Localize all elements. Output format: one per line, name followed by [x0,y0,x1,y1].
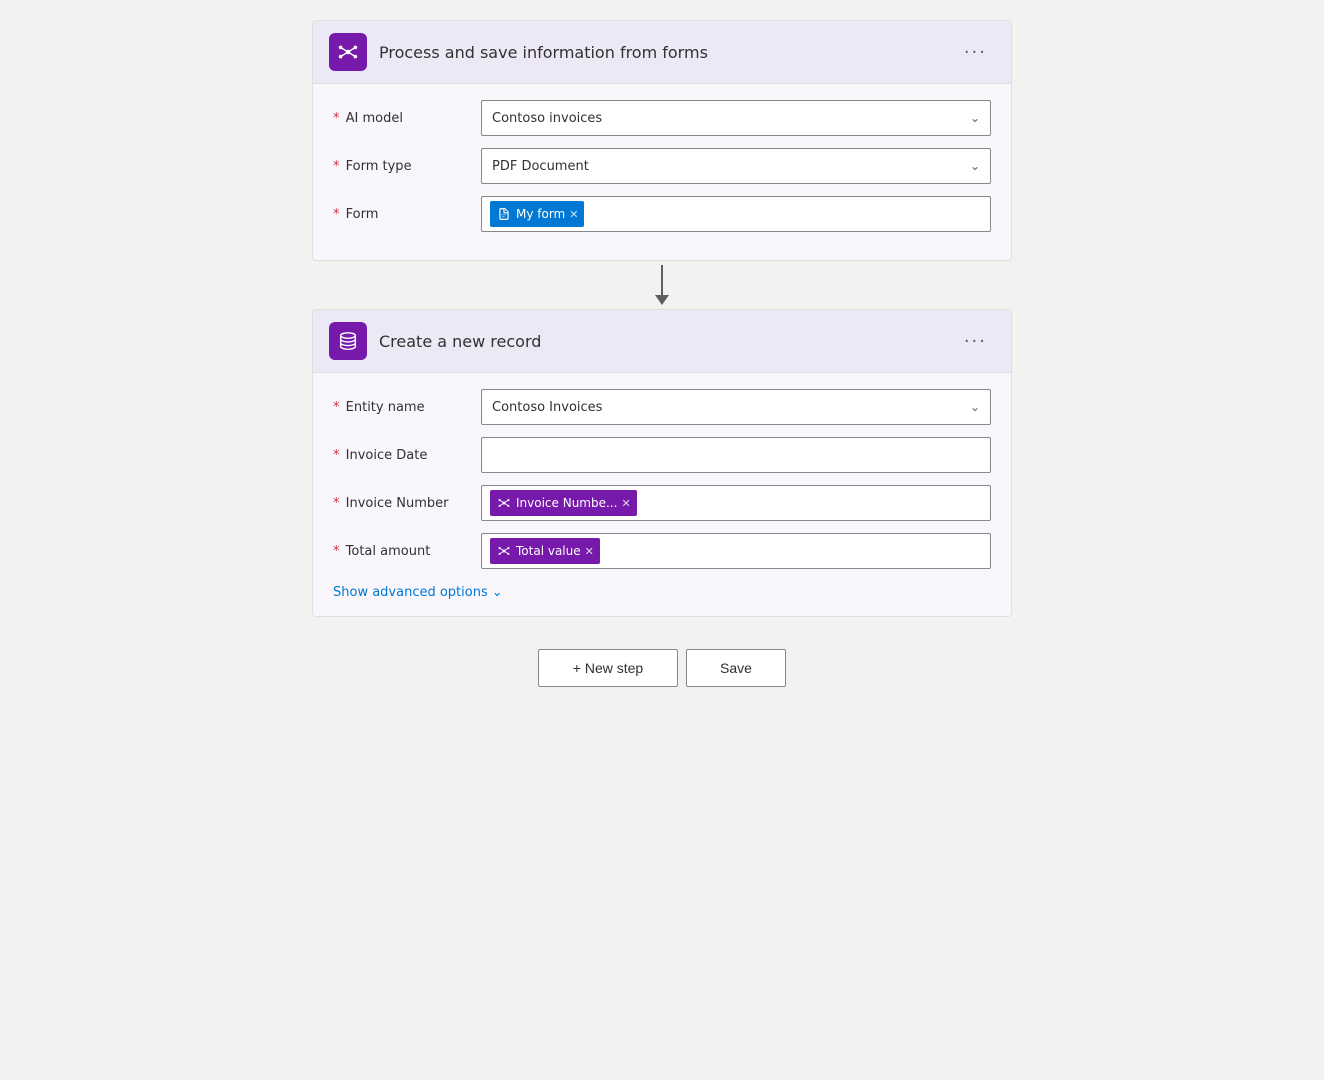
step1-icon [329,33,367,71]
entity-name-label: * Entity name [333,400,473,415]
step1-card: Process and save information from forms … [312,20,1012,261]
save-button[interactable]: Save [686,649,786,687]
entity-name-input[interactable]: Contoso Invoices ⌄ [481,389,991,425]
step1-more-button[interactable]: ··· [956,38,995,67]
total-amount-tag-icon [496,543,512,559]
invoice-number-tag-remove[interactable]: ✕ [621,497,630,510]
step1-title: Process and save information from forms [379,43,944,62]
new-step-button[interactable]: + New step [538,649,678,687]
entity-name-chevron: ⌄ [970,400,980,414]
form-tag-icon [496,206,512,222]
invoice-number-label: * Invoice Number [333,496,473,511]
step1-body: * AI model Contoso invoices ⌄ * Form typ… [313,84,1011,260]
arrow-line [661,265,663,295]
invoice-number-tag-container[interactable]: Invoice Numbe... ✕ [481,485,991,521]
dataverse-icon [337,330,359,352]
invoice-number-row: * Invoice Number [333,485,991,521]
ai-model-chevron: ⌄ [970,111,980,125]
bottom-buttons: + New step Save [538,649,786,687]
invoice-number-tag: Invoice Numbe... ✕ [490,490,637,516]
entity-name-row: * Entity name Contoso Invoices ⌄ [333,389,991,425]
step2-more-button[interactable]: ··· [956,327,995,356]
arrow-connector-1 [655,265,669,305]
form-tag-container[interactable]: My form ✕ [481,196,991,232]
ai-builder-icon [337,41,359,63]
step2-title: Create a new record [379,332,944,351]
form-row: * Form My form ✕ [333,196,991,232]
step2-card: Create a new record ··· * Entity name Co… [312,309,1012,617]
form-type-chevron: ⌄ [970,159,980,173]
invoice-number-tag-icon [496,495,512,511]
step1-header: Process and save information from forms … [313,21,1011,84]
invoice-date-input[interactable] [481,437,991,473]
form-type-input[interactable]: PDF Document ⌄ [481,148,991,184]
form-tag-remove[interactable]: ✕ [569,208,578,221]
ai-model-row: * AI model Contoso invoices ⌄ [333,100,991,136]
total-amount-tag-remove[interactable]: ✕ [585,545,594,558]
total-amount-label: * Total amount [333,544,473,559]
ai-model-label: * AI model [333,111,473,126]
chevron-down-icon: ⌄ [492,585,503,600]
step2-icon [329,322,367,360]
step2-header: Create a new record ··· [313,310,1011,373]
ai-model-input[interactable]: Contoso invoices ⌄ [481,100,991,136]
arrow-head [655,295,669,305]
invoice-date-row: * Invoice Date [333,437,991,473]
form-label: * Form [333,207,473,222]
form-type-label: * Form type [333,159,473,174]
total-amount-tag-container[interactable]: Total value ✕ [481,533,991,569]
total-amount-tag: Total value ✕ [490,538,600,564]
form-type-row: * Form type PDF Document ⌄ [333,148,991,184]
total-amount-row: * Total amount [333,533,991,569]
step2-body: * Entity name Contoso Invoices ⌄ * Invoi… [313,373,1011,616]
show-advanced-button[interactable]: Show advanced options ⌄ [333,585,503,600]
form-tag: My form ✕ [490,201,584,227]
invoice-date-label: * Invoice Date [333,448,473,463]
